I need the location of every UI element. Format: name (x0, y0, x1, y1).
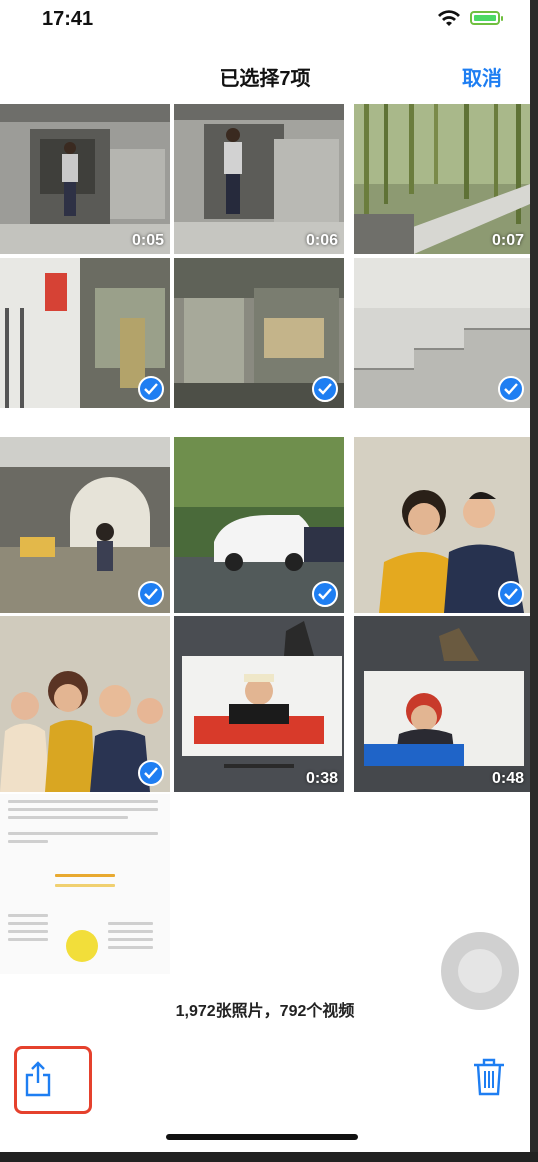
grid-tile[interactable]: 0:48 (354, 616, 530, 792)
grid-tile[interactable]: 0:07 (354, 104, 530, 254)
home-indicator[interactable] (166, 1134, 358, 1140)
share-icon (25, 1061, 51, 1097)
selected-checkmark-icon (138, 581, 164, 607)
selected-checkmark-icon (498, 581, 524, 607)
selected-checkmark-icon (498, 376, 524, 402)
status-time: 17:41 (42, 8, 94, 30)
grid-tile[interactable] (0, 258, 170, 408)
grid-tile[interactable] (0, 437, 170, 613)
trash-icon[interactable] (472, 1058, 506, 1096)
video-duration: 0:06 (305, 232, 338, 249)
selected-checkmark-icon (312, 581, 338, 607)
video-duration: 0:05 (131, 232, 164, 249)
cancel-button[interactable]: 取消 (462, 62, 502, 91)
grid-tile[interactable] (0, 616, 170, 792)
status-bar: 17:41 (0, 0, 530, 40)
grid-tile[interactable]: 0:38 (174, 616, 344, 792)
video-duration: 0:38 (305, 770, 338, 787)
grid-tile[interactable] (174, 437, 344, 613)
grid-tile[interactable]: 0:06 (174, 104, 344, 254)
selected-checkmark-icon (138, 760, 164, 786)
grid-tile[interactable] (174, 258, 344, 408)
selected-checkmark-icon (138, 376, 164, 402)
grid-tile[interactable] (354, 437, 530, 613)
grid-tile[interactable]: 0:05 (0, 104, 170, 254)
video-duration: 0:07 (491, 232, 524, 249)
screen-edge (530, 0, 538, 1162)
document-thumbnail[interactable] (0, 794, 170, 974)
photos-select-screen: 17:41 已选择7项 取消 0:05 0:06 0:07 0:38 0:48 … (0, 0, 530, 1152)
screen-edge (0, 1152, 538, 1162)
selected-checkmark-icon (312, 376, 338, 402)
share-button[interactable] (14, 1046, 92, 1114)
library-count: 1,972张照片，792个视频 (175, 1003, 355, 1020)
assistive-touch-button[interactable] (441, 932, 519, 1010)
wifi-icon (438, 10, 460, 26)
grid-tile[interactable] (354, 258, 530, 408)
video-duration: 0:48 (491, 770, 524, 787)
battery-icon (470, 11, 503, 25)
page-title: 已选择7项 (219, 68, 311, 90)
